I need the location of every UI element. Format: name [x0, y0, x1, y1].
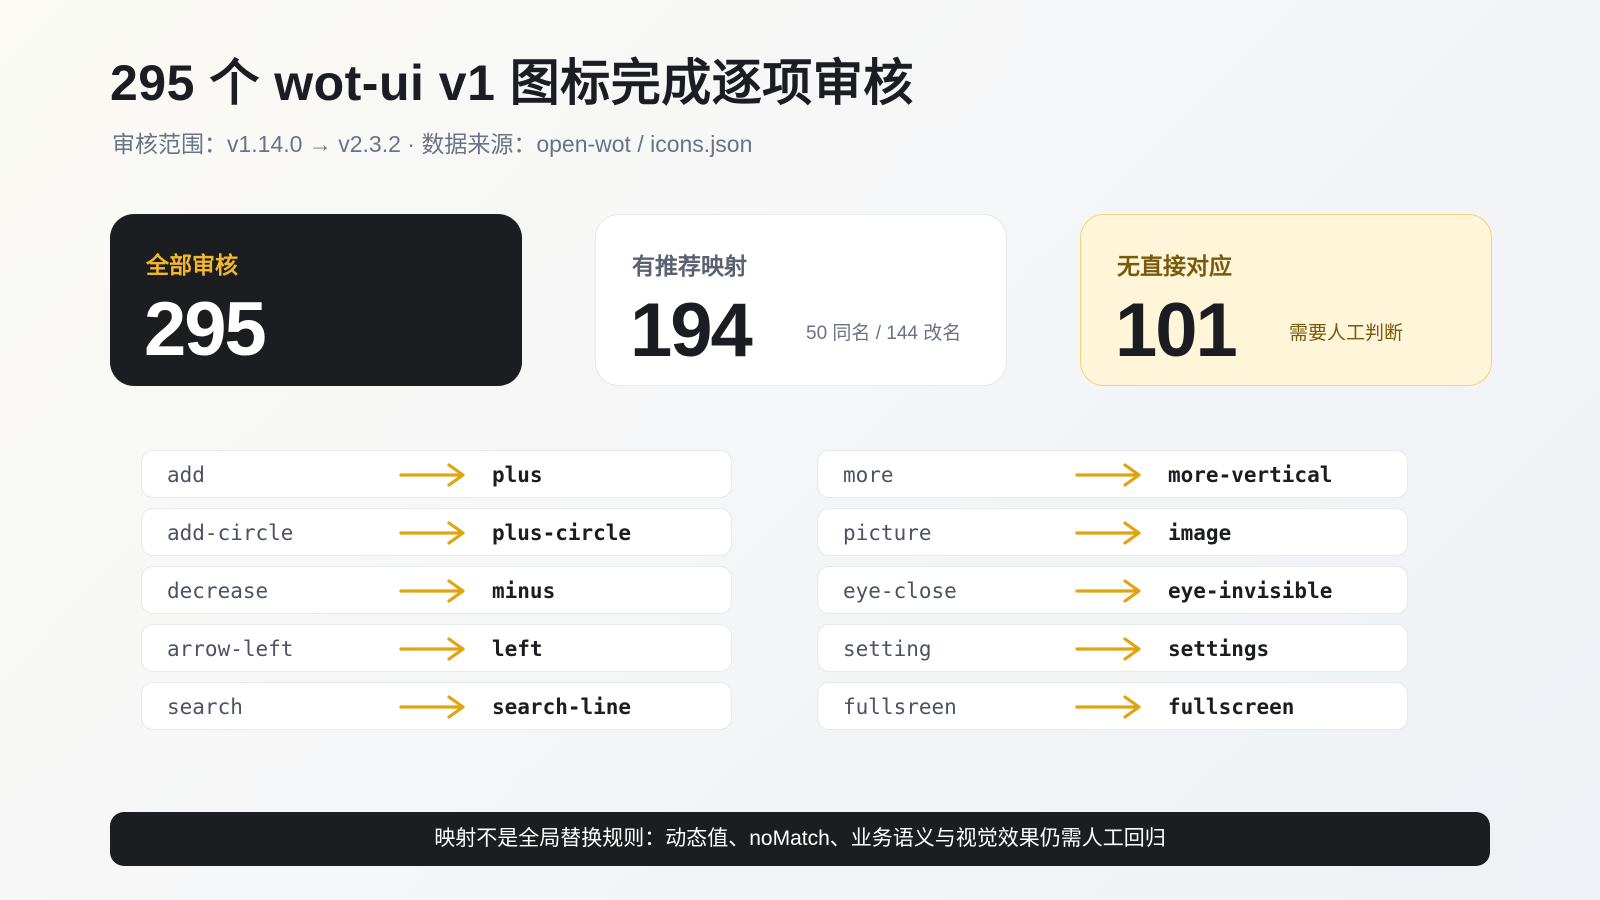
mapping-row: add plus — [141, 450, 732, 498]
stat-no-match-note: 需要人工判断 — [1289, 323, 1404, 344]
new-icon-name: left — [492, 637, 543, 661]
mapping-row: more more-vertical — [817, 450, 1408, 498]
old-icon-name: search — [167, 695, 243, 719]
old-icon-name: eye-close — [843, 579, 957, 603]
arrow-right-icon — [1075, 695, 1141, 719]
mapping-list-right: more more-vertical picture image eye-clo… — [817, 450, 1408, 740]
new-icon-name: search-line — [492, 695, 632, 719]
page-subtitle: 审核范围：v1.14.0 → v2.3.2 · 数据来源：open-wot / … — [112, 131, 753, 157]
arrow-right-icon — [399, 579, 465, 603]
stat-card-mapped: 有推荐映射 194 50 同名 / 144 改名 — [595, 214, 1007, 386]
mapping-row: eye-close eye-invisible — [817, 566, 1408, 614]
arrow-right-icon — [1075, 579, 1141, 603]
mapping-list-left: add plus add-circle plus-circle decrease… — [141, 450, 732, 740]
new-icon-name: fullscreen — [1168, 695, 1295, 719]
old-icon-name: more — [843, 463, 894, 487]
arrow-right-icon — [1075, 637, 1141, 661]
stat-card-total: 全部审核 295 — [110, 214, 522, 386]
page-title: 295 个 wot-ui v1 图标完成逐项审核 — [110, 55, 914, 111]
arrow-right-icon — [1075, 521, 1141, 545]
new-icon-name: more-vertical — [1168, 463, 1333, 487]
old-icon-name: decrease — [167, 579, 269, 603]
stat-no-match-label: 无直接对应 — [1117, 253, 1232, 279]
new-icon-name: eye-invisible — [1168, 579, 1333, 603]
arrow-right-icon — [399, 695, 465, 719]
new-icon-name: minus — [492, 579, 556, 603]
arrow-right-icon — [1075, 463, 1141, 487]
new-icon-name: image — [1168, 521, 1232, 545]
arrow-right-icon — [399, 521, 465, 545]
mapping-row: add-circle plus-circle — [141, 508, 732, 556]
old-icon-name: fullsreen — [843, 695, 957, 719]
mapping-row: fullsreen fullscreen — [817, 682, 1408, 730]
mapping-row: search search-line — [141, 682, 732, 730]
mapping-row: decrease minus — [141, 566, 732, 614]
mapping-row: picture image — [817, 508, 1408, 556]
stat-mapped-note: 50 同名 / 144 改名 — [806, 323, 962, 344]
new-icon-name: plus — [492, 463, 543, 487]
mapping-row: arrow-left left — [141, 624, 732, 672]
stat-total-value: 295 — [144, 287, 267, 372]
footer-banner: 映射不是全局替换规则：动态值、noMatch、业务语义与视觉效果仍需人工回归 — [110, 812, 1490, 866]
arrow-right-icon — [399, 637, 465, 661]
mapping-row: setting settings — [817, 624, 1408, 672]
arrow-right-icon — [399, 463, 465, 487]
old-icon-name: add-circle — [167, 521, 294, 545]
stat-no-match-value: 101 — [1115, 288, 1238, 373]
new-icon-name: plus-circle — [492, 521, 632, 545]
stat-total-label: 全部审核 — [146, 252, 238, 278]
new-icon-name: settings — [1168, 637, 1270, 661]
stat-mapped-value: 194 — [630, 288, 753, 373]
stat-card-no-match: 无直接对应 101 需要人工判断 — [1080, 214, 1492, 386]
old-icon-name: arrow-left — [167, 637, 294, 661]
old-icon-name: add — [167, 463, 205, 487]
stat-mapped-label: 有推荐映射 — [632, 253, 747, 279]
old-icon-name: setting — [843, 637, 932, 661]
old-icon-name: picture — [843, 521, 932, 545]
